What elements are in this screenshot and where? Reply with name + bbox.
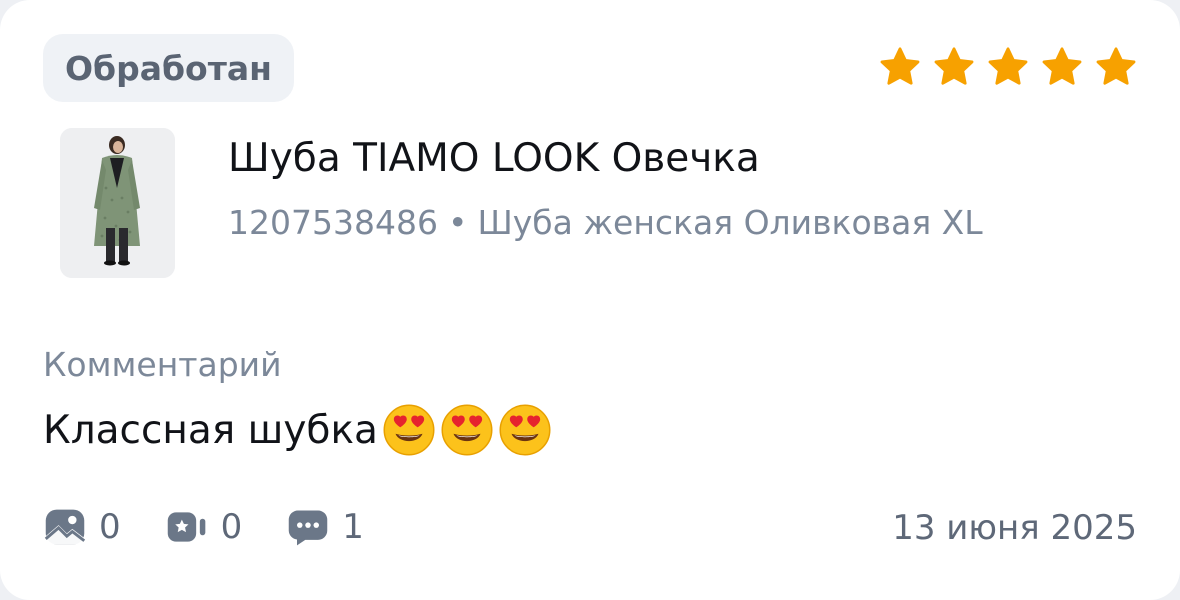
star-icon — [988, 47, 1028, 85]
star-icon — [1096, 47, 1136, 85]
star-icon — [934, 47, 974, 85]
videos-stat[interactable]: 0 — [165, 505, 243, 549]
product-variant: Шуба женская Оливковая XL — [477, 203, 983, 242]
product-photo — [60, 128, 175, 278]
status-badge-label: Обработан — [65, 48, 272, 88]
review-stats: 0 0 1 — [43, 505, 408, 549]
replies-stat[interactable]: 1 — [286, 505, 364, 549]
chat-icon — [289, 510, 328, 546]
comment-text: Классная шубка — [43, 407, 378, 453]
star-icon — [1042, 47, 1082, 85]
video-icon — [167, 512, 205, 542]
rating-stars — [879, 46, 1137, 88]
product-article: 1207538486 — [228, 203, 438, 242]
review-card[interactable]: Обработан Шуба TIAMO LOOK Овечка 1207538… — [0, 0, 1180, 600]
review-date: 13 июня 2025 — [892, 508, 1137, 548]
product-meta: 1207538486 • Шуба женская Оливковая XL — [228, 203, 983, 242]
comment-label: Комментарий — [43, 345, 282, 384]
heart-eyes-emoji-icon — [383, 404, 435, 456]
comment-body: Классная шубка — [43, 403, 552, 457]
videos-count: 0 — [220, 507, 243, 547]
product-title[interactable]: Шуба TIAMO LOOK Овечка — [228, 136, 760, 181]
replies-count: 1 — [342, 507, 364, 547]
product-thumbnail[interactable] — [60, 128, 175, 278]
star-icon — [880, 47, 920, 85]
heart-eyes-emoji-icon — [441, 404, 493, 456]
photo-icon — [44, 509, 86, 545]
photos-count: 0 — [99, 507, 121, 547]
photos-stat[interactable]: 0 — [43, 505, 121, 549]
meta-separator: • — [447, 203, 468, 242]
status-badge: Обработан — [43, 34, 294, 102]
heart-eyes-emoji-icon — [499, 404, 551, 456]
